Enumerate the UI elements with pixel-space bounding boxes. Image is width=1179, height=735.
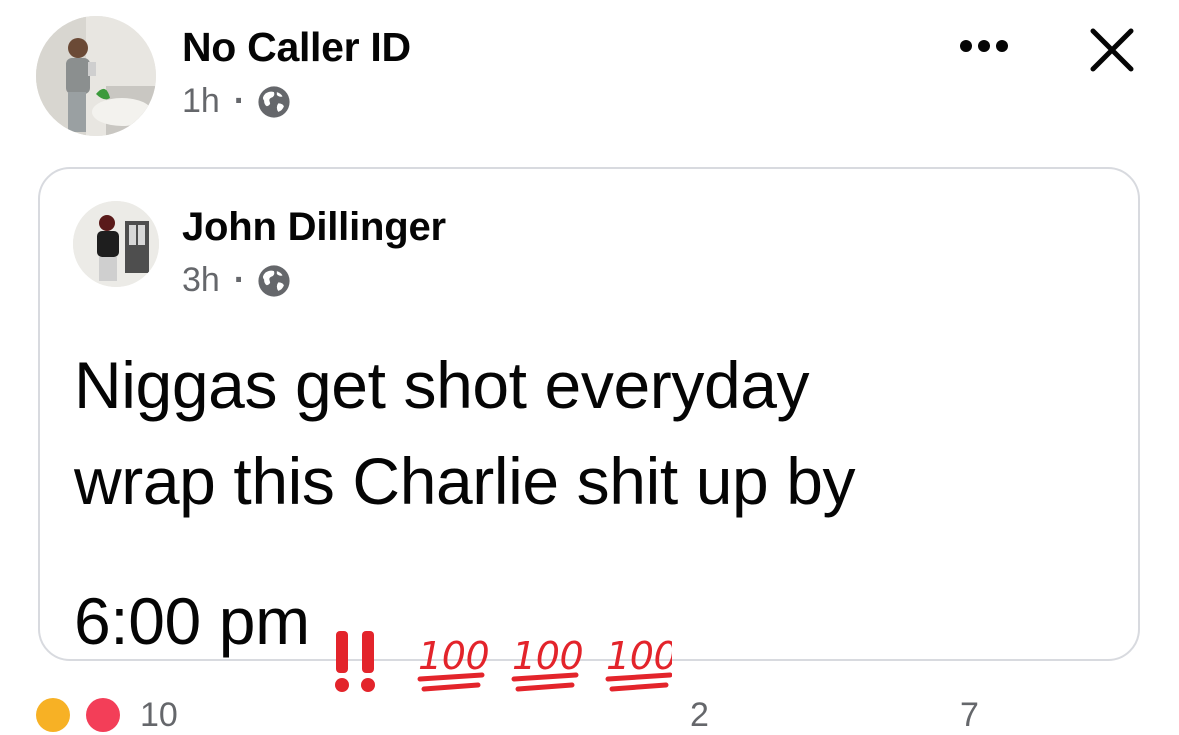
hundred-points-icon: 100 <box>511 634 583 692</box>
shared-author-name[interactable]: John Dillinger <box>182 205 446 250</box>
shared-author-avatar[interactable] <box>73 201 159 287</box>
shares-count[interactable]: 7 <box>960 696 979 735</box>
post-time[interactable]: 1h <box>182 82 220 121</box>
reaction-count[interactable]: 10 <box>140 696 178 735</box>
hundred-points-icon: 100 <box>417 634 489 692</box>
love-reaction-icon[interactable] <box>86 698 120 732</box>
meta-separator: · <box>233 82 246 120</box>
author-avatar-image <box>36 16 156 136</box>
post-header: No Caller ID 1h · <box>0 0 1179 150</box>
svg-text:100: 100 <box>606 634 672 678</box>
shared-post-meta: 3h · <box>182 261 291 300</box>
globe-icon <box>258 264 290 297</box>
author-name[interactable]: No Caller ID <box>182 24 411 71</box>
more-options-button[interactable] <box>954 26 1014 66</box>
comments-count[interactable]: 2 <box>690 696 709 735</box>
double-exclamation-icon <box>334 631 375 692</box>
shared-post-text-block: Niggas get shot everyday wrap this Charl… <box>74 337 1114 724</box>
laugh-reaction-icon[interactable] <box>36 698 70 732</box>
hundred-points-icon: 100 <box>605 634 677 692</box>
close-icon <box>1090 28 1134 72</box>
post-emoji-graphics: 100 100 100 <box>334 631 677 692</box>
post-meta: 1h · <box>182 82 291 121</box>
reactions-bar: 10 2 7 <box>0 690 1179 734</box>
svg-text:100: 100 <box>418 634 489 678</box>
shared-meta-separator: · <box>233 261 246 299</box>
shared-post-card[interactable]: John Dillinger 3h · Niggas get shot ever… <box>38 167 1140 692</box>
globe-icon <box>258 85 290 118</box>
svg-text:100: 100 <box>512 634 583 678</box>
shared-post-time[interactable]: 3h <box>182 261 220 300</box>
shared-author-avatar-image <box>73 201 159 287</box>
author-avatar[interactable] <box>36 16 156 136</box>
more-horizontal-icon <box>960 40 1008 52</box>
close-button[interactable] <box>1084 22 1140 78</box>
